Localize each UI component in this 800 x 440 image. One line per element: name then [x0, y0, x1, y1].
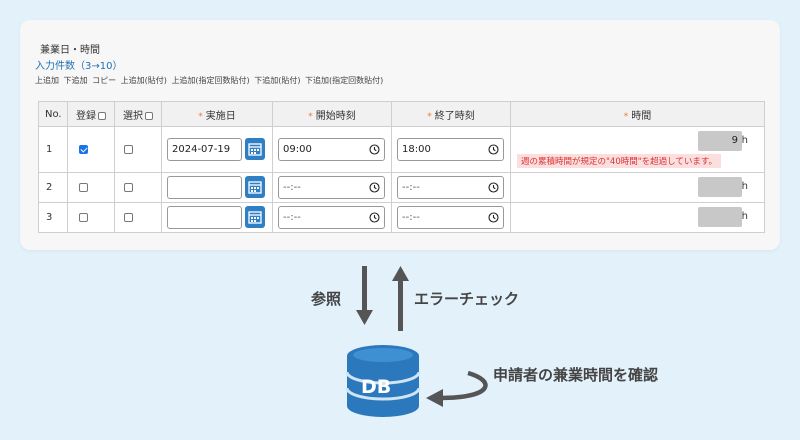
curved-arrow-icon [426, 370, 488, 407]
error-check-label: エラーチェック [414, 290, 520, 308]
reference-label: 参照 [311, 290, 342, 308]
arrow-down-icon [356, 266, 373, 325]
db-label: DB [361, 376, 392, 398]
confirm-label: 申請者の兼業時間を確認 [493, 366, 659, 384]
arrow-up-icon [392, 266, 409, 331]
flow-diagram [345, 266, 488, 417]
